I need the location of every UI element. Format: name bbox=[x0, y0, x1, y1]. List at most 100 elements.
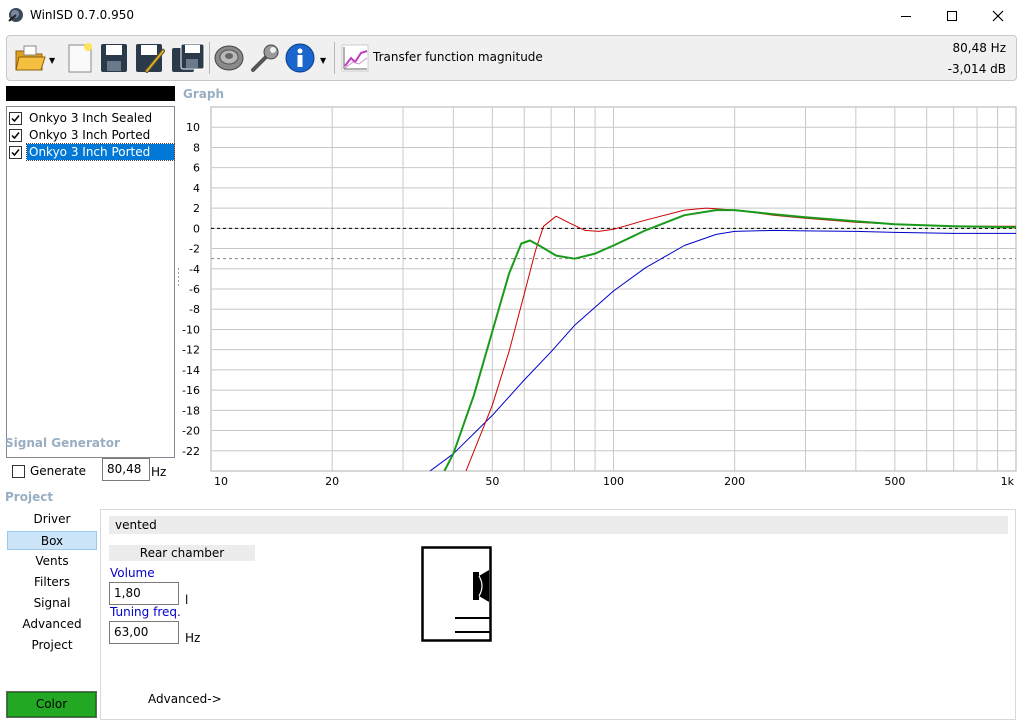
save-button[interactable] bbox=[98, 40, 130, 76]
minimize-button[interactable] bbox=[883, 0, 929, 31]
new-project-button[interactable] bbox=[64, 40, 96, 76]
checkmark-icon bbox=[11, 148, 20, 156]
box-type-label: vented bbox=[109, 516, 1008, 534]
open-dropdown-icon[interactable]: ▼ bbox=[49, 56, 55, 65]
checkmark-icon bbox=[11, 131, 20, 139]
nav-advanced[interactable]: Advanced bbox=[7, 615, 97, 634]
x-tick-label: 1k bbox=[1001, 475, 1015, 488]
project-list-item[interactable]: Onkyo 3 Inch Ported bbox=[9, 127, 152, 143]
toolbar: ▼ ▼ Transfer function magnitude 80,48 Hz… bbox=[6, 35, 1017, 81]
save-all-icon bbox=[172, 43, 205, 72]
generator-frequency-unit: Hz bbox=[151, 465, 167, 479]
project-list-item-selected[interactable]: Onkyo 3 Inch Ported 62Hz bbox=[9, 143, 175, 175]
y-tick-label: -6 bbox=[189, 283, 200, 296]
info-button[interactable] bbox=[284, 40, 316, 76]
info-dropdown-icon[interactable]: ▼ bbox=[320, 56, 326, 65]
project-name: Onkyo 3 Inch Ported bbox=[29, 128, 151, 142]
app-icon bbox=[8, 8, 23, 22]
y-tick-label: -8 bbox=[189, 303, 200, 316]
save-as-button[interactable] bbox=[134, 40, 166, 76]
project-section-title: Project bbox=[5, 490, 54, 504]
generate-checkbox[interactable] bbox=[12, 464, 25, 478]
graph-section-title: Graph bbox=[183, 87, 224, 101]
nav-driver[interactable]: Driver bbox=[7, 510, 97, 529]
splitter-grip bbox=[178, 272, 179, 274]
project-checkbox[interactable] bbox=[9, 111, 22, 125]
driver-editor-button[interactable] bbox=[212, 40, 246, 76]
project-checkbox[interactable] bbox=[9, 128, 22, 142]
save-as-icon bbox=[136, 44, 165, 73]
close-button[interactable] bbox=[975, 0, 1021, 31]
y-tick-label: -4 bbox=[189, 263, 200, 276]
x-tick-label: 500 bbox=[884, 475, 905, 488]
x-tick-label: 200 bbox=[724, 475, 745, 488]
tuning-frequency-label: Tuning freq. bbox=[110, 605, 181, 619]
minimize-icon bbox=[901, 15, 911, 17]
generate-label: Generate bbox=[30, 464, 87, 478]
splitter-grip bbox=[178, 268, 179, 270]
winisd-window: WinISD 0.7.0.950 ▼ ▼ Transfer function m… bbox=[0, 0, 1021, 726]
splitter-grip bbox=[178, 284, 179, 286]
info-icon bbox=[285, 43, 315, 73]
advanced-link[interactable]: Advanced-> bbox=[148, 692, 222, 706]
project-list-item[interactable]: Onkyo 3 Inch Sealed bbox=[9, 110, 154, 126]
volume-unit: l bbox=[185, 593, 189, 607]
y-tick-label: 8 bbox=[193, 141, 200, 154]
project-name: Onkyo 3 Inch Ported 62Hz bbox=[26, 143, 175, 175]
y-tick-label: 0 bbox=[193, 222, 200, 235]
cursor-frequency-readout: 80,48 Hz bbox=[952, 41, 1007, 55]
x-tick-label: 100 bbox=[603, 475, 624, 488]
tuning-frequency-input[interactable]: 63,00 bbox=[109, 621, 179, 644]
save-icon bbox=[101, 44, 127, 72]
y-tick-label: -16 bbox=[182, 384, 200, 397]
project-list[interactable]: Onkyo 3 Inch Sealed Onkyo 3 Inch Ported … bbox=[6, 106, 175, 458]
y-tick-label: 10 bbox=[186, 121, 200, 134]
rear-chamber-header: Rear chamber bbox=[109, 545, 255, 561]
close-icon bbox=[992, 10, 1004, 21]
chart-line-icon bbox=[341, 44, 369, 72]
maximize-icon bbox=[947, 10, 957, 21]
y-tick-label: 2 bbox=[193, 202, 200, 215]
x-tick-label: 20 bbox=[325, 475, 339, 488]
volume-input[interactable]: 1,80 bbox=[109, 582, 179, 605]
box-diagram-icon bbox=[421, 546, 492, 642]
nav-filters[interactable]: Filters bbox=[7, 573, 97, 592]
volume-label: Volume bbox=[110, 566, 155, 580]
nav-signal[interactable]: Signal bbox=[7, 594, 97, 613]
x-tick-label: 10 bbox=[214, 475, 228, 488]
y-tick-label: -14 bbox=[182, 364, 200, 377]
y-tick-label: -12 bbox=[182, 344, 200, 357]
maximize-button[interactable] bbox=[929, 0, 975, 31]
y-tick-label: -22 bbox=[182, 445, 200, 458]
tools-button[interactable] bbox=[248, 40, 282, 76]
splitter-grip bbox=[178, 276, 179, 278]
folder-open-icon bbox=[15, 45, 46, 71]
nav-box[interactable]: Box bbox=[7, 531, 97, 550]
graph-type-label: Transfer function magnitude bbox=[373, 50, 543, 64]
project-checkbox[interactable] bbox=[9, 145, 22, 159]
checkmark-icon bbox=[11, 114, 20, 122]
speaker-icon bbox=[214, 45, 244, 71]
y-tick-label: -20 bbox=[182, 425, 200, 438]
save-all-button[interactable] bbox=[170, 40, 206, 76]
nav-project[interactable]: Project bbox=[7, 636, 97, 655]
generator-frequency-input[interactable]: 80,48 bbox=[102, 458, 150, 481]
project-name: Onkyo 3 Inch Sealed bbox=[29, 111, 153, 125]
project-color-bar bbox=[6, 86, 175, 101]
title-bar: WinISD 0.7.0.950 bbox=[0, 0, 1021, 31]
y-tick-label: 6 bbox=[193, 162, 200, 175]
open-project-button[interactable] bbox=[13, 40, 47, 76]
box-settings-panel: vented Rear chamber Volume 1,80 l Tuning… bbox=[100, 509, 1016, 720]
transfer-function-chart[interactable]: 1086420-2-4-6-8-10-12-14-16-18-20-2210 20… bbox=[178, 103, 1018, 488]
y-tick-label: -10 bbox=[182, 323, 200, 336]
toolbar-separator bbox=[209, 42, 210, 74]
x-tick-label: 50 bbox=[485, 475, 499, 488]
y-tick-label: -2 bbox=[189, 243, 200, 256]
tuning-frequency-unit: Hz bbox=[185, 631, 201, 645]
cursor-level-readout: -3,014 dB bbox=[947, 62, 1006, 76]
toolbar-separator bbox=[334, 42, 335, 74]
graph-type-button[interactable] bbox=[340, 40, 370, 76]
nav-vents[interactable]: Vents bbox=[7, 552, 97, 571]
generate-checkbox-row[interactable]: Generate bbox=[12, 464, 86, 478]
color-button[interactable]: Color bbox=[6, 691, 97, 718]
